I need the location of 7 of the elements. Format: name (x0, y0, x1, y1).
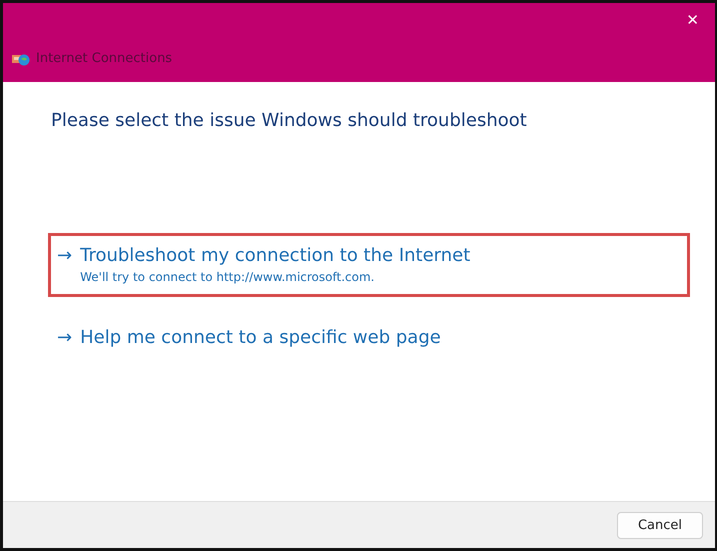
cancel-button[interactable]: Cancel (616, 512, 703, 538)
close-button[interactable]: ✕ (680, 7, 705, 33)
troubleshoot-option[interactable]: → Help me connect to a specific web page (48, 315, 690, 361)
instruction-heading: Please select the issue Windows should troubleshoot (51, 110, 528, 131)
troubleshoot-option[interactable]: → Troubleshoot my connection to the Internet We'll try to connect to http://www.microsoft.com. (48, 233, 690, 297)
window-title: Internet Connections (36, 51, 172, 66)
network-globe-icon (12, 52, 30, 66)
